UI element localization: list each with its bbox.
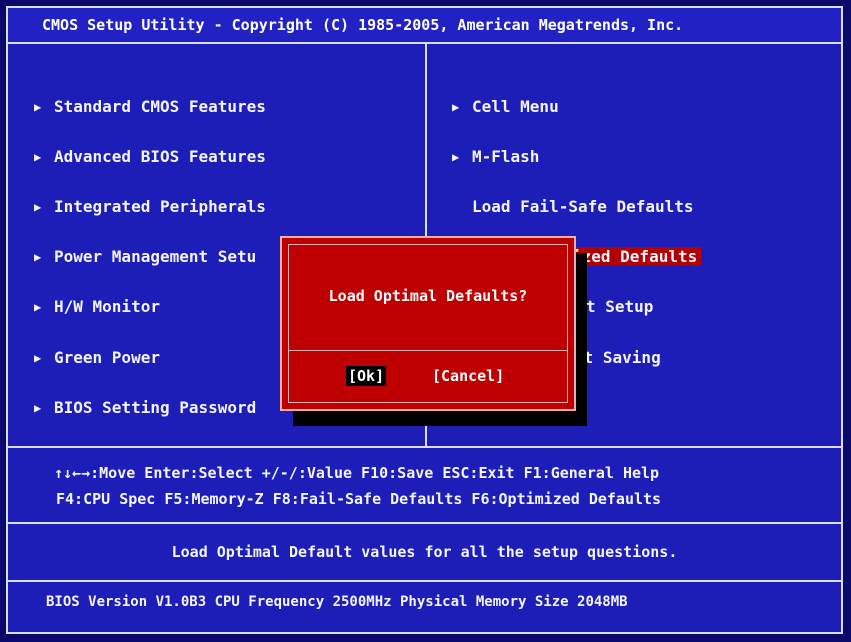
- triangle-right-icon: ▶: [34, 351, 42, 365]
- confirm-dialog: Load Optimal Defaults? [Ok] [Cancel]: [280, 236, 576, 411]
- menu-item-advanced-bios-features[interactable]: ▶ Advanced BIOS Features: [34, 145, 266, 169]
- help-keys-area: ↑↓←→:Move Enter:Select +/-/:Value F10:Sa…: [8, 446, 841, 524]
- menu-item-hw-monitor[interactable]: ▶ H/W Monitor: [34, 295, 160, 319]
- menu-item-bios-setting-password[interactable]: ▶ BIOS Setting Password: [34, 396, 256, 420]
- menu-item-integrated-peripherals[interactable]: ▶ Integrated Peripherals: [34, 195, 266, 219]
- dialog-border: [288, 244, 568, 403]
- item-description: Load Optimal Default values for all the …: [8, 524, 841, 582]
- menu-item-load-optimized-defaults[interactable]: ized Defaults: [568, 245, 702, 269]
- dialog-message: Load Optimal Defaults?: [328, 287, 528, 305]
- triangle-right-icon: ▶: [34, 150, 42, 164]
- triangle-right-icon: ▶: [34, 250, 42, 264]
- menu-item-saving[interactable]: ut Saving: [574, 346, 661, 370]
- menu-item-power-management-setup[interactable]: ▶ Power Management Setu: [34, 245, 256, 269]
- menu-item-m-flash[interactable]: ▶ M-Flash: [452, 145, 539, 169]
- ok-button[interactable]: [Ok]: [346, 366, 387, 386]
- triangle-right-icon: ▶: [34, 200, 42, 214]
- help-line-2: F4:CPU Spec F5:Memory-Z F8:Fail-Safe Def…: [56, 490, 662, 508]
- triangle-right-icon: ▶: [34, 300, 42, 314]
- dialog-separator: [288, 350, 568, 351]
- title-bar: CMOS Setup Utility - Copyright (C) 1985-…: [8, 8, 841, 44]
- menu-item-green-power[interactable]: ▶ Green Power: [34, 346, 160, 370]
- menu-item-cell-menu[interactable]: ▶ Cell Menu: [452, 95, 559, 119]
- menu-item-standard-cmos-features[interactable]: ▶ Standard CMOS Features: [34, 95, 266, 119]
- menu-item-setup[interactable]: t Setup: [586, 295, 653, 319]
- triangle-right-icon: ▶: [452, 100, 460, 114]
- help-line-1: ↑↓←→:Move Enter:Select +/-/:Value F10:Sa…: [54, 464, 660, 482]
- triangle-right-icon: ▶: [34, 401, 42, 415]
- menu-item-load-fail-safe-defaults[interactable]: Load Fail-Safe Defaults: [472, 195, 694, 219]
- triangle-right-icon: ▶: [34, 100, 42, 114]
- selected-item-highlight: ized Defaults: [568, 247, 702, 266]
- bios-version-status: BIOS Version V1.0B3 CPU Frequency 2500MH…: [46, 594, 628, 610]
- cancel-button[interactable]: [Cancel]: [432, 366, 504, 386]
- triangle-right-icon: ▶: [452, 150, 460, 164]
